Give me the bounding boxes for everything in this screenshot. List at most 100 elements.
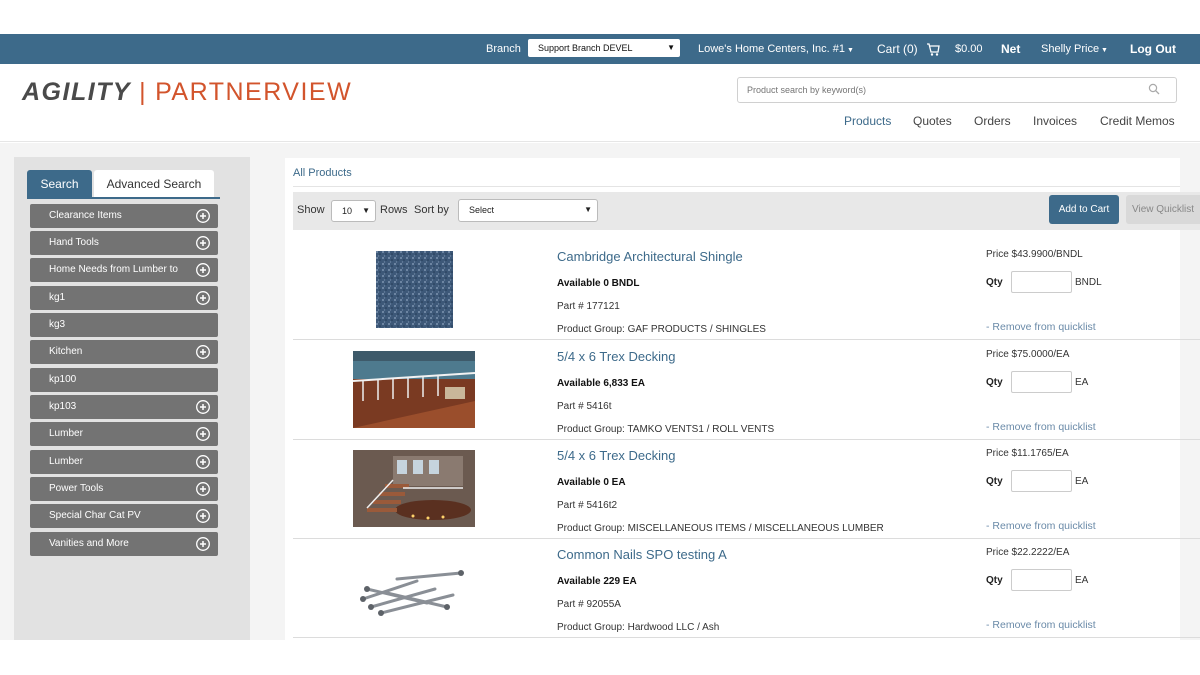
sort-label: Sort by (414, 204, 449, 216)
breadcrumb[interactable]: All Products (293, 167, 352, 179)
product-search (737, 77, 1177, 103)
category-home-needs[interactable]: Home Needs from Lumber to (30, 258, 218, 282)
top-bar: Branch Support Branch DEVEL ▼ Lowe's Hom… (0, 34, 1200, 64)
remove-from-quicklist-link[interactable]: - Remove from quicklist (986, 520, 1096, 532)
site-header: AGILITY|PARTNERVIEW Products Quotes Orde… (0, 64, 1200, 142)
category-vanities[interactable]: Vanities and More (30, 532, 218, 556)
nav-credit-memos[interactable]: Credit Memos (1100, 114, 1175, 128)
search-icon[interactable] (1148, 83, 1160, 95)
category-label: Vanities and More (49, 538, 129, 549)
nav-products[interactable]: Products (844, 114, 891, 128)
logo-partnerview: PARTNERVIEW (155, 78, 353, 106)
category-lumber-2[interactable]: Lumber (30, 450, 218, 474)
cart-link[interactable]: Cart (0) (877, 34, 918, 64)
nav-orders[interactable]: Orders (974, 114, 1011, 128)
chevron-down-icon: ▼ (1099, 47, 1108, 54)
category-label: kp103 (49, 401, 77, 412)
availability: Available 0 BNDL (557, 278, 640, 289)
product-row: 5/4 x 6 Trex Decking Available 0 EA Part… (293, 440, 1200, 539)
dropdown-caret-icon: ▼ (667, 43, 675, 52)
plus-circle-icon[interactable] (196, 263, 210, 277)
availability: Available 0 EA (557, 477, 626, 488)
category-kp103[interactable]: kp103 (30, 395, 218, 419)
remove-from-quicklist-link[interactable]: - Remove from quicklist (986, 321, 1096, 333)
sort-select[interactable]: Select ▼ (458, 199, 598, 222)
tab-advanced-search[interactable]: Advanced Search (94, 170, 214, 198)
remove-from-quicklist-link[interactable]: - Remove from quicklist (986, 421, 1096, 433)
category-hand-tools[interactable]: Hand Tools (30, 231, 218, 255)
rows-label: Rows (380, 204, 408, 216)
tab-search[interactable]: Search (27, 170, 92, 198)
plus-circle-icon[interactable] (196, 427, 210, 441)
logo[interactable]: AGILITY | PARTNERVIEW (22, 78, 352, 107)
part-number: Part # 5416t2 (557, 500, 618, 511)
part-number: Part # 5416t (557, 401, 612, 412)
category-special-char[interactable]: Special Char Cat PV (30, 504, 218, 528)
product-row: Cambridge Architectural Shingle Availabl… (293, 241, 1200, 340)
category-label: Hand Tools (49, 237, 99, 248)
net-toggle[interactable]: Net (1001, 34, 1020, 64)
plus-circle-icon[interactable] (196, 537, 210, 551)
product-image-shingle[interactable] (376, 251, 453, 328)
add-to-cart-button[interactable]: Add to Cart (1049, 195, 1119, 224)
cart-total: $0.00 (955, 43, 983, 55)
availability: Available 6,833 EA (557, 378, 646, 389)
category-kg3[interactable]: kg3 (30, 313, 218, 337)
rows-select[interactable]: 10 ▼ (331, 200, 376, 222)
product-group: Product Group: GAF PRODUCTS / SHINGLES (557, 324, 766, 335)
category-clearance-items[interactable]: Clearance Items (30, 204, 218, 228)
plus-circle-icon[interactable] (196, 455, 210, 469)
category-label: Lumber (49, 428, 83, 439)
logo-separator: | (139, 78, 148, 106)
show-label: Show (297, 204, 325, 216)
plus-circle-icon[interactable] (196, 482, 210, 496)
product-image-nails[interactable] (357, 549, 471, 626)
search-input[interactable] (738, 78, 1138, 102)
branch-select-value: Support Branch DEVEL (538, 43, 633, 53)
remove-from-quicklist-link[interactable]: - Remove from quicklist (986, 619, 1096, 631)
qty-label: Qty (986, 476, 1003, 487)
view-quicklist-button[interactable]: View Quicklist (1126, 195, 1200, 224)
logout-link[interactable]: Log Out (1130, 34, 1176, 64)
qty-input[interactable] (1011, 470, 1072, 492)
category-power-tools[interactable]: Power Tools (30, 477, 218, 501)
qty-input[interactable] (1011, 371, 1072, 393)
user-menu[interactable]: Shelly Price ▼ (1041, 34, 1108, 64)
category-label: kg3 (49, 319, 66, 330)
qty-input[interactable] (1011, 271, 1072, 293)
price: Price $22.2222/EA (986, 547, 1070, 558)
plus-circle-icon[interactable] (196, 345, 210, 359)
product-name-link[interactable]: 5/4 x 6 Trex Decking (557, 448, 676, 463)
category-lumber[interactable]: Lumber (30, 422, 218, 446)
tab-underline (27, 197, 220, 199)
nav-invoices[interactable]: Invoices (1033, 114, 1077, 128)
category-label: Lumber (49, 456, 83, 467)
product-name-link[interactable]: Cambridge Architectural Shingle (557, 249, 743, 264)
sort-select-value: Select (469, 205, 495, 215)
category-kp100[interactable]: kp100 (30, 368, 218, 392)
branch-select[interactable]: Support Branch DEVEL ▼ (528, 39, 680, 57)
cart-icon[interactable] (926, 34, 940, 64)
plus-circle-icon[interactable] (196, 209, 210, 223)
category-kg1[interactable]: kg1 (30, 286, 218, 310)
product-name-link[interactable]: 5/4 x 6 Trex Decking (557, 349, 676, 364)
qty-label: Qty (986, 277, 1003, 288)
plus-circle-icon[interactable] (196, 291, 210, 305)
unit-label: EA (1075, 377, 1089, 388)
plus-circle-icon[interactable] (196, 509, 210, 523)
product-name-link[interactable]: Common Nails SPO testing A (557, 547, 727, 562)
logo-agility: AGILITY (22, 78, 132, 106)
product-row: 5/4 x 6 Trex Decking Available 6,833 EA … (293, 341, 1200, 440)
product-group: Product Group: Hardwood LLC / Ash (557, 622, 720, 633)
nav-quotes[interactable]: Quotes (913, 114, 952, 128)
rows-select-value: 10 (342, 206, 353, 216)
product-image-trex-stairs[interactable] (353, 450, 475, 527)
dropdown-caret-icon: ▼ (584, 205, 592, 214)
plus-circle-icon[interactable] (196, 236, 210, 250)
category-kitchen[interactable]: Kitchen (30, 340, 218, 364)
qty-input[interactable] (1011, 569, 1072, 591)
plus-circle-icon[interactable] (196, 400, 210, 414)
account-menu[interactable]: Lowe's Home Centers, Inc. #1 ▼ (698, 34, 854, 64)
product-image-trex-deck[interactable] (353, 351, 475, 428)
dropdown-caret-icon: ▼ (362, 206, 370, 215)
